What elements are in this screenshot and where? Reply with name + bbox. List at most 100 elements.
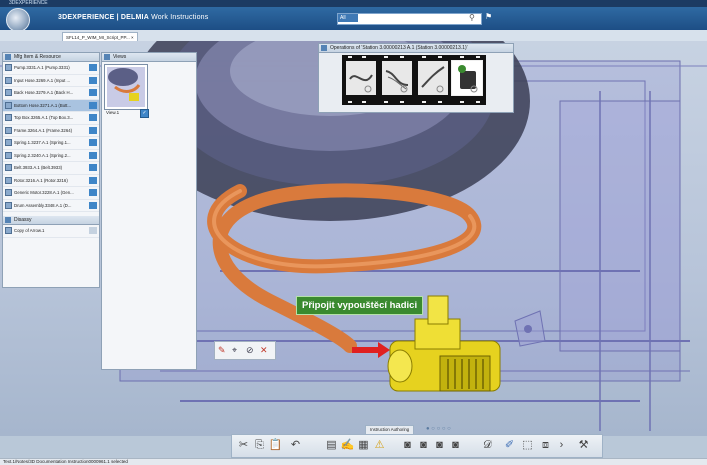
document-icon[interactable]: ▦ xyxy=(356,438,371,453)
disassy-item[interactable]: Copy of Arrow.1 xyxy=(3,225,99,238)
app-brand: 3DEXPERIENCE | DELMIA Work Instructions xyxy=(58,14,208,21)
part-icon xyxy=(5,201,12,209)
tree-item-label: Back Hose.3279.A.1 (Back H... xyxy=(14,90,74,95)
assign-icon[interactable] xyxy=(89,151,97,159)
part-icon xyxy=(5,76,12,84)
disassy-item-label: Copy of Arrow.1 xyxy=(14,228,45,233)
box-icon[interactable]: ⬚ xyxy=(520,438,535,453)
tree-item[interactable]: Top Box.3265.A.1 (Top Box.3... xyxy=(3,112,99,125)
disassy-icon xyxy=(5,217,11,223)
arrow-icon xyxy=(5,227,12,234)
assign-icon[interactable] xyxy=(89,176,97,184)
tree-icon xyxy=(5,54,11,60)
tree-item-label: Spring.1.3237.A.1 (Spring.1... xyxy=(14,140,71,145)
view-checkbox[interactable]: ✓ xyxy=(140,109,149,118)
tree-item-label: Generic Motor.3228.A.1 (Gen... xyxy=(14,190,74,195)
assign-icon[interactable] xyxy=(89,126,97,134)
assign-icon[interactable] xyxy=(89,189,97,196)
assign-icon[interactable] xyxy=(89,101,97,109)
assign-icon[interactable] xyxy=(89,201,97,209)
tree-item[interactable]: Frame.3264.A.1 (Frame.3264) xyxy=(3,125,99,137)
operations-panel-header[interactable]: Operations of 'Station 3.00000213 A.1 (S… xyxy=(319,44,513,53)
search-icon[interactable]: ⚲ xyxy=(469,13,475,22)
tree-item-label: Rotor.3216.A.1 (Rotor.3216) xyxy=(14,177,68,183)
tree-item[interactable]: Spring.2.3240.A.1 (Spring.2... xyxy=(3,150,99,162)
tools-icon[interactable]: ⚒ xyxy=(576,438,591,453)
tree-panel-header[interactable]: Mfg Item & Resource xyxy=(3,53,99,62)
mfg-item-tree-panel: Mfg Item & Resource Pump.3331.A.1 (Pump.… xyxy=(2,52,100,288)
part-icon xyxy=(5,89,12,96)
part-icon xyxy=(5,139,12,146)
window-title: 3DEXPERIENCE xyxy=(9,0,48,6)
tree-item[interactable]: Bottom Hose.3271.A.1 (Bott... xyxy=(3,99,99,112)
tree-item[interactable]: Drum Assembly.3348.A.1 (D... xyxy=(3,200,99,212)
search-scope-dropdown[interactable]: All xyxy=(338,14,358,22)
note-icon[interactable]: ▤ xyxy=(324,438,339,453)
tree-item-label: Frame.3264.A.1 (Frame.3264) xyxy=(14,127,73,133)
copy-icon[interactable]: ⎘ xyxy=(252,438,267,453)
instruction-authoring-label: Instruction Authoring xyxy=(370,427,410,432)
tree-item-label: Top Box.3265.A.1 (Top Box.3... xyxy=(14,115,74,120)
undo-icon[interactable]: ↶ xyxy=(288,438,303,453)
action-bar: ✂ ⎘ 📋 ↶ ▤ ✍ ▦ ⚠ ◙ ◙ ◙ ◙ 𝒟 ✐ ⬚ ⧈ › ⚒ xyxy=(231,434,603,458)
tree-panel-title: Mfg Item & Resource xyxy=(14,54,61,60)
warning-icon[interactable]: ⚠ xyxy=(372,438,387,453)
scroll-icon[interactable] xyxy=(89,227,97,234)
camera-2-icon[interactable]: ◙ xyxy=(416,438,431,453)
measure-icon[interactable]: ⌖ xyxy=(232,345,237,356)
tag-icon[interactable]: ⚑ xyxy=(485,12,492,21)
views-icon xyxy=(104,54,110,60)
tree-item[interactable]: Input Hose.3269.A.1 (Input ... xyxy=(3,75,99,87)
camera-4-icon[interactable]: ◙ xyxy=(448,438,463,453)
tree-item[interactable]: Back Hose.3279.A.1 (Back H... xyxy=(3,87,99,100)
tree-item-label: Belt.3933.A.1 (Belt.3933) xyxy=(14,165,63,170)
views-panel-header[interactable]: Views xyxy=(102,53,196,62)
pen-icon[interactable]: ✎ xyxy=(218,345,226,356)
part-icon xyxy=(5,114,12,121)
tree-item[interactable]: Belt.3933.A.1 (Belt.3933) xyxy=(3,162,99,175)
window-title-bar: 3DEXPERIENCE xyxy=(0,0,707,7)
note-edit-icon[interactable]: ✍ xyxy=(340,438,355,453)
disassy-title: Disassy xyxy=(14,217,32,223)
camera-3-icon[interactable]: ◙ xyxy=(432,438,447,453)
assign-icon[interactable] xyxy=(89,64,97,71)
cube-icon[interactable]: ⧈ xyxy=(538,438,553,453)
compass-icon[interactable] xyxy=(6,8,30,32)
operations-filmstrip xyxy=(342,55,486,105)
operation-2[interactable] xyxy=(382,61,412,95)
assign-icon[interactable] xyxy=(89,139,97,146)
camera-icon[interactable]: ◙ xyxy=(400,438,415,453)
toolbar-page-dots[interactable]: ● ○ ○ ○ ○ xyxy=(426,425,451,433)
disassy-list: Copy of Arrow.1 xyxy=(3,225,99,238)
views-panel-title: Views xyxy=(113,54,127,60)
tree-item[interactable]: Pump.3331.A.1 (Pump.3331) xyxy=(3,62,99,75)
tree-item[interactable]: Generic Motor.3228.A.1 (Gen... xyxy=(3,187,99,200)
scissors-icon[interactable]: ✂ xyxy=(236,438,251,453)
view-thumbnail[interactable] xyxy=(104,64,148,110)
assign-icon[interactable] xyxy=(89,76,97,84)
operations-panel-title: Operations of 'Station 3.00000213 A.1 (S… xyxy=(330,45,468,51)
operation-3[interactable] xyxy=(418,61,448,95)
close-icon[interactable]: ✕ xyxy=(260,345,268,356)
view-label: View.1 xyxy=(106,110,120,115)
paste-icon[interactable]: 📋 xyxy=(268,438,283,453)
assign-icon[interactable] xyxy=(89,164,97,171)
annotate-icon[interactable]: ✐ xyxy=(502,438,517,453)
brand-suffix: Work Instructions xyxy=(151,14,209,21)
assign-icon[interactable] xyxy=(89,114,97,121)
pen-icon[interactable]: 𝒟 xyxy=(480,438,495,453)
tree-item[interactable]: Rotor.3216.A.1 (Rotor.3216) xyxy=(3,175,99,187)
disassy-header[interactable]: Disassy xyxy=(3,216,99,225)
operation-4-selected[interactable] xyxy=(451,60,483,96)
tree-list: Pump.3331.A.1 (Pump.3331) Input Hose.3269… xyxy=(3,62,99,212)
part-icon xyxy=(5,151,12,159)
operation-1[interactable] xyxy=(346,61,376,95)
hide-icon[interactable]: ⊘ xyxy=(246,345,254,356)
more-icon[interactable]: › xyxy=(554,438,569,453)
search-input[interactable] xyxy=(337,13,482,25)
close-icon[interactable]: × xyxy=(131,35,134,40)
instruction-label[interactable]: Připojit vypouštěcí hadici xyxy=(296,296,424,315)
assign-icon[interactable] xyxy=(89,89,97,96)
tree-item[interactable]: Spring.1.3237.A.1 (Spring.1... xyxy=(3,137,99,150)
views-panel: Views View.1 ✓ xyxy=(101,52,197,370)
